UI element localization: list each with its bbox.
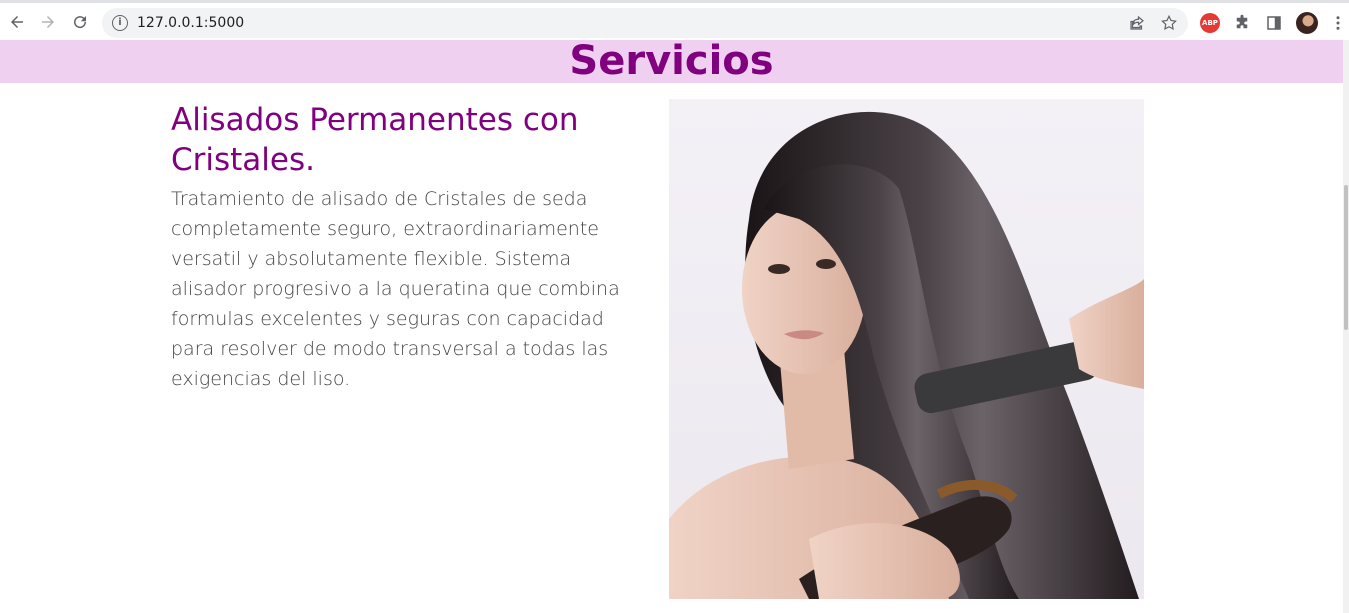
services-header-band: Servicios bbox=[0, 38, 1343, 84]
address-bar[interactable]: i 127.0.0.1:5000 bbox=[102, 8, 1188, 38]
service-title: Alisados Permanentes con Cristales. bbox=[171, 102, 579, 178]
menu-kebab-icon[interactable] bbox=[1328, 13, 1348, 33]
share-icon[interactable] bbox=[1128, 14, 1146, 32]
reload-icon[interactable] bbox=[66, 8, 94, 36]
hair-straightening-photo bbox=[669, 99, 1144, 599]
forward-arrow-icon[interactable] bbox=[34, 8, 62, 36]
extensions-puzzle-icon[interactable] bbox=[1232, 13, 1252, 33]
site-info-icon[interactable]: i bbox=[112, 15, 128, 31]
back-arrow-icon[interactable] bbox=[3, 8, 31, 36]
scrollbar-thumb[interactable] bbox=[1344, 185, 1348, 330]
page-scrollbar[interactable] bbox=[1343, 40, 1349, 613]
profile-avatar[interactable] bbox=[1296, 12, 1318, 34]
adblock-plus-icon[interactable]: ABP bbox=[1200, 13, 1220, 33]
bookmark-star-icon[interactable] bbox=[1160, 14, 1178, 32]
service-description: Tratamiento de alisado de Cristales de s… bbox=[171, 188, 620, 390]
section-title: Servicios bbox=[569, 38, 774, 84]
browser-toolbar: i 127.0.0.1:5000 ABP bbox=[0, 0, 1349, 40]
url-text[interactable]: 127.0.0.1:5000 bbox=[137, 15, 244, 31]
side-panel-icon[interactable] bbox=[1264, 13, 1284, 33]
